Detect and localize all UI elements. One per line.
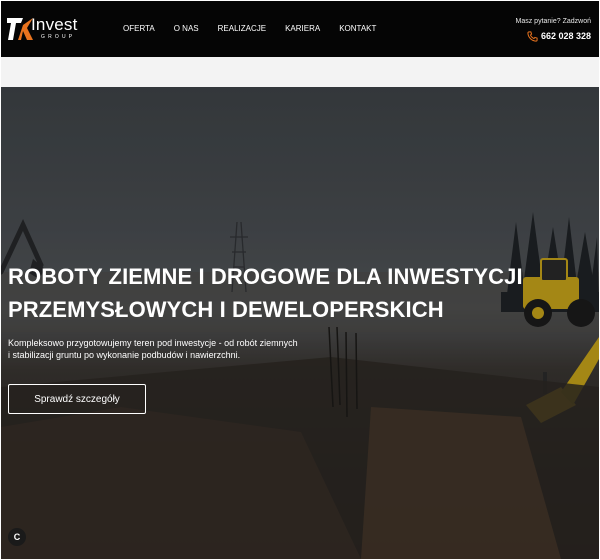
details-button-label: Sprawdź szczegóły (34, 393, 120, 405)
nav-item-oferta[interactable]: OFERTA (123, 24, 155, 34)
details-button[interactable]: Sprawdź szczegóły (8, 384, 146, 414)
cookie-settings-button[interactable]: C (8, 528, 26, 546)
logo-mark-icon (7, 18, 33, 40)
logo-tagline: GROUP (41, 34, 76, 40)
logo-wordmark: Invest (31, 15, 78, 34)
phone-link[interactable]: 662 028 328 (527, 31, 591, 42)
hero-description: Kompleksowo przygotowujemy teren pod inw… (8, 337, 338, 361)
hero-description-line-2: i stabilizacji gruntu po wykonanie podbu… (8, 350, 241, 360)
contact-question: Masz pytanie? Zadzwoń (515, 18, 591, 25)
phone-number: 662 028 328 (540, 31, 591, 41)
nav-item-kariera[interactable]: KARIERA (285, 24, 320, 34)
header-spacer-strip (1, 57, 599, 87)
hero-title: ROBOTY ZIEMNE I DROGOWE DLA INWESTYCJI P… (8, 260, 568, 326)
nav-item-o-nas[interactable]: O NAS (174, 24, 199, 34)
main-nav: OFERTA O NAS REALIZACJE KARIERA KONTAKT (123, 24, 395, 34)
hero-section: ROBOTY ZIEMNE I DROGOWE DLA INWESTYCJI P… (1, 87, 599, 559)
hero-title-line-1: ROBOTY ZIEMNE I DROGOWE DLA INWESTYCJI (8, 264, 523, 289)
hero-title-line-2: PRZEMYSŁOWYCH I DEWELOPERSKICH (8, 297, 444, 322)
brand-logo[interactable]: Invest GROUP (7, 15, 87, 44)
hero-description-line-1: Kompleksowo przygotowujemy teren pod inw… (8, 338, 298, 348)
phone-icon (527, 31, 538, 42)
top-navigation-bar: Invest GROUP OFERTA O NAS REALIZACJE KAR… (1, 1, 599, 57)
nav-item-realizacje[interactable]: REALIZACJE (218, 24, 266, 34)
nav-item-kontakt[interactable]: KONTAKT (339, 24, 376, 34)
